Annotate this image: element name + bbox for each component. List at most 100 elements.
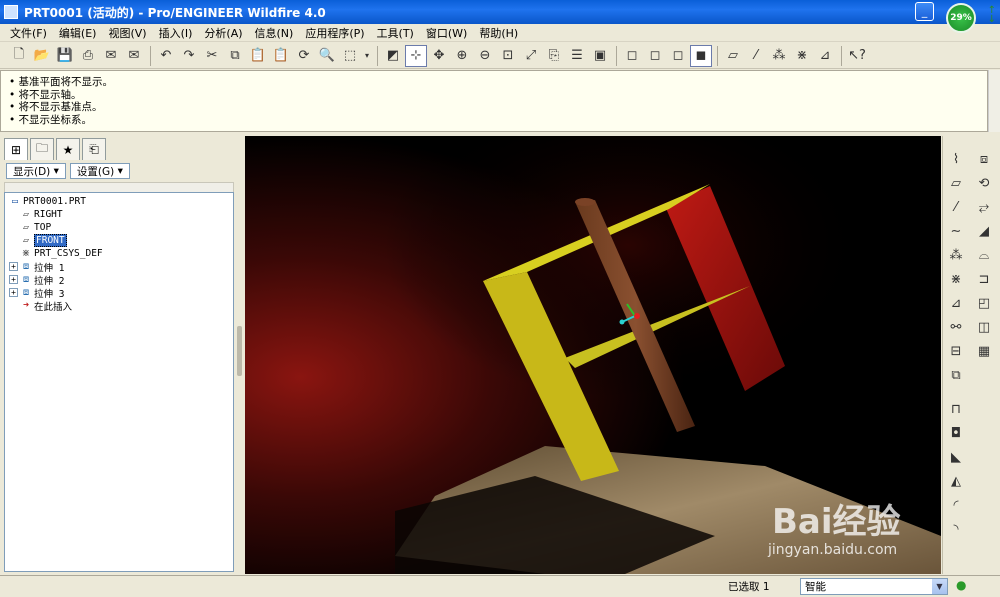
menu-view[interactable]: 视图(V) xyxy=(102,25,152,41)
find-icon[interactable]: 🔍 xyxy=(316,45,338,67)
menu-tools[interactable]: 工具(T) xyxy=(371,25,420,41)
rib-tool-icon[interactable]: ◰ xyxy=(973,292,995,314)
tree-item[interactable]: + ⧈ 拉伸 2 xyxy=(5,273,233,287)
chevron-down-icon[interactable]: ▼ xyxy=(932,579,947,594)
repaint-icon[interactable]: ◩ xyxy=(382,45,404,67)
save-icon[interactable]: 💾 xyxy=(54,45,76,67)
revolve-tool-icon[interactable]: ⟲ xyxy=(973,172,995,194)
copy-feature-icon[interactable]: ⊟ xyxy=(945,340,967,362)
paste-special-icon[interactable]: 📋 xyxy=(270,45,292,67)
tree-item[interactable]: ▱ FRONT xyxy=(5,234,233,247)
menu-analysis[interactable]: 分析(A) xyxy=(198,25,248,41)
tree-item[interactable]: ▱ TOP xyxy=(5,221,233,234)
selection-filter-select[interactable]: 智能 ▼ xyxy=(800,578,948,595)
menu-file[interactable]: 文件(F) xyxy=(4,25,53,41)
email-icon[interactable]: ✉ xyxy=(100,45,122,67)
email-link-icon[interactable]: ✉ xyxy=(123,45,145,67)
mirror-tool-icon[interactable]: ⧉ xyxy=(945,364,967,386)
toolbar-separator xyxy=(150,45,151,66)
new-file-icon[interactable]: 🗋 xyxy=(8,45,30,67)
shell-tool-icon[interactable]: ⊐ xyxy=(973,268,995,290)
datum-point-tool-icon[interactable]: ⁂ xyxy=(945,244,967,266)
coordinate-system-icon[interactable]: ⚯ xyxy=(945,316,967,338)
round-tool-icon[interactable]: ◣ xyxy=(945,446,967,468)
hole-tool-icon[interactable]: ⌓ xyxy=(973,244,995,266)
selection-box-icon[interactable]: ⬚ xyxy=(339,45,361,67)
datum-axis-tool-icon[interactable]: ⁄ xyxy=(945,196,967,218)
menu-edit[interactable]: 编辑(E) xyxy=(53,25,103,41)
tree-item-label: FRONT xyxy=(34,234,67,247)
zoom-out-icon[interactable]: ⊖ xyxy=(474,45,496,67)
splitter-handle[interactable] xyxy=(237,326,242,376)
view-manager-icon[interactable]: ▣ xyxy=(589,45,611,67)
datum-plane-icon: ▱ xyxy=(22,209,30,220)
datum-curve-tool-icon[interactable]: ∼ xyxy=(945,220,967,242)
cut-icon[interactable]: ✂ xyxy=(201,45,223,67)
layers-icon[interactable]: ☰ xyxy=(566,45,588,67)
reorient-icon[interactable]: ⤢ xyxy=(520,45,542,67)
show-dropdown-button[interactable]: 显示(D) ▾ xyxy=(6,163,66,179)
menu-window[interactable]: 窗口(W) xyxy=(420,25,473,41)
expand-plus-icon[interactable]: + xyxy=(9,262,18,271)
minimize-button[interactable]: _ xyxy=(915,2,934,21)
zoom-in-icon[interactable]: ⊕ xyxy=(451,45,473,67)
extrude-tool-icon[interactable]: ⧈ xyxy=(973,148,995,170)
sketch-tool-icon[interactable]: ⌇ xyxy=(945,148,967,170)
annotation-toggle-icon[interactable]: ⊿ xyxy=(814,45,836,67)
trim-tool-icon[interactable]: ◘ xyxy=(945,422,967,444)
no-hidden-icon[interactable]: ◻ xyxy=(667,45,689,67)
window-title: PRT0001 (活动的) - Pro/ENGINEER Wildfire 4.… xyxy=(24,5,326,20)
spin-center-icon[interactable]: ⊹ xyxy=(405,44,427,67)
csys-tool-icon[interactable]: ⋇ xyxy=(945,268,967,290)
open-folder-icon[interactable]: 📂 xyxy=(31,45,53,67)
context-help-icon[interactable]: ↖? xyxy=(846,45,868,67)
undo-icon[interactable]: ↶ xyxy=(155,45,177,67)
message-scrollbar[interactable] xyxy=(988,70,1000,132)
tree-item[interactable]: ➜ 在此插入 xyxy=(5,299,233,313)
analysis-feature-icon[interactable]: ⊿ xyxy=(945,292,967,314)
settings-dropdown-button[interactable]: 设置(G) ▾ xyxy=(69,163,130,179)
wireframe-icon[interactable]: ◻ xyxy=(621,45,643,67)
print-icon[interactable]: ⎙ xyxy=(77,45,99,67)
expand-plus-icon[interactable]: + xyxy=(9,275,18,284)
orient-mode-icon[interactable]: ✥ xyxy=(428,45,450,67)
merge-tool-icon[interactable]: ⊓ xyxy=(945,398,967,420)
expand-plus-icon[interactable]: + xyxy=(9,288,18,297)
sweep-tool-icon[interactable]: ⥂ xyxy=(973,196,995,218)
graphics-viewport[interactable]: Bai经验 jingyan.baidu.com xyxy=(245,136,941,574)
csys-toggle-icon[interactable]: ⋇ xyxy=(791,45,813,67)
hidden-line-icon[interactable]: ◻ xyxy=(644,45,666,67)
refit-icon[interactable]: ⊡ xyxy=(497,45,519,67)
draft-tool-icon[interactable]: ◫ xyxy=(973,316,995,338)
menu-applications[interactable]: 应用程序(P) xyxy=(299,25,370,41)
tree-root[interactable]: ▭ PRT0001.PRT xyxy=(5,195,233,208)
tree-item[interactable]: ⋇ PRT_CSYS_DEF xyxy=(5,247,233,260)
folder-browser-tab-icon[interactable]: 🗀 xyxy=(30,138,54,160)
datum-points-toggle-icon[interactable]: ⁂ xyxy=(768,45,790,67)
datum-planes-toggle-icon[interactable]: ▱ xyxy=(722,45,744,67)
saved-views-icon[interactable]: ⎘ xyxy=(543,45,565,67)
pattern-tool-icon[interactable]: ▦ xyxy=(973,340,995,362)
tree-item[interactable]: + ⧈ 拉伸 3 xyxy=(5,286,233,300)
regenerate-icon[interactable]: ⟳ xyxy=(293,45,315,67)
menu-help[interactable]: 帮助(H) xyxy=(473,25,524,41)
redo-icon[interactable]: ↷ xyxy=(178,45,200,67)
thicken-tool-icon[interactable]: ◝ xyxy=(945,518,967,540)
menu-insert[interactable]: 插入(I) xyxy=(153,25,199,41)
blend-tool-icon[interactable]: ◢ xyxy=(973,220,995,242)
chamfer-tool-icon[interactable]: ◭ xyxy=(945,470,967,492)
copy-icon[interactable]: ⧉ xyxy=(224,45,246,67)
history-tab-icon[interactable]: ⎗ xyxy=(82,138,106,160)
dropdown-arrow-icon[interactable]: ▾ xyxy=(362,45,372,67)
panel-splitter[interactable] xyxy=(236,136,244,574)
paste-icon[interactable]: 📋 xyxy=(247,45,269,67)
datum-axes-toggle-icon[interactable]: ⁄ xyxy=(745,45,767,67)
menu-info[interactable]: 信息(N) xyxy=(249,25,300,41)
offset-tool-icon[interactable]: ◜ xyxy=(945,494,967,516)
model-tree-tab-icon[interactable]: ⊞ xyxy=(4,138,28,160)
favorites-tab-icon[interactable]: ★ xyxy=(56,138,80,160)
datum-plane-tool-icon[interactable]: ▱ xyxy=(945,172,967,194)
shading-icon[interactable]: ◼ xyxy=(690,44,712,67)
tree-item[interactable]: + ⧈ 拉伸 1 xyxy=(5,260,233,274)
tree-item[interactable]: ▱ RIGHT xyxy=(5,208,233,221)
